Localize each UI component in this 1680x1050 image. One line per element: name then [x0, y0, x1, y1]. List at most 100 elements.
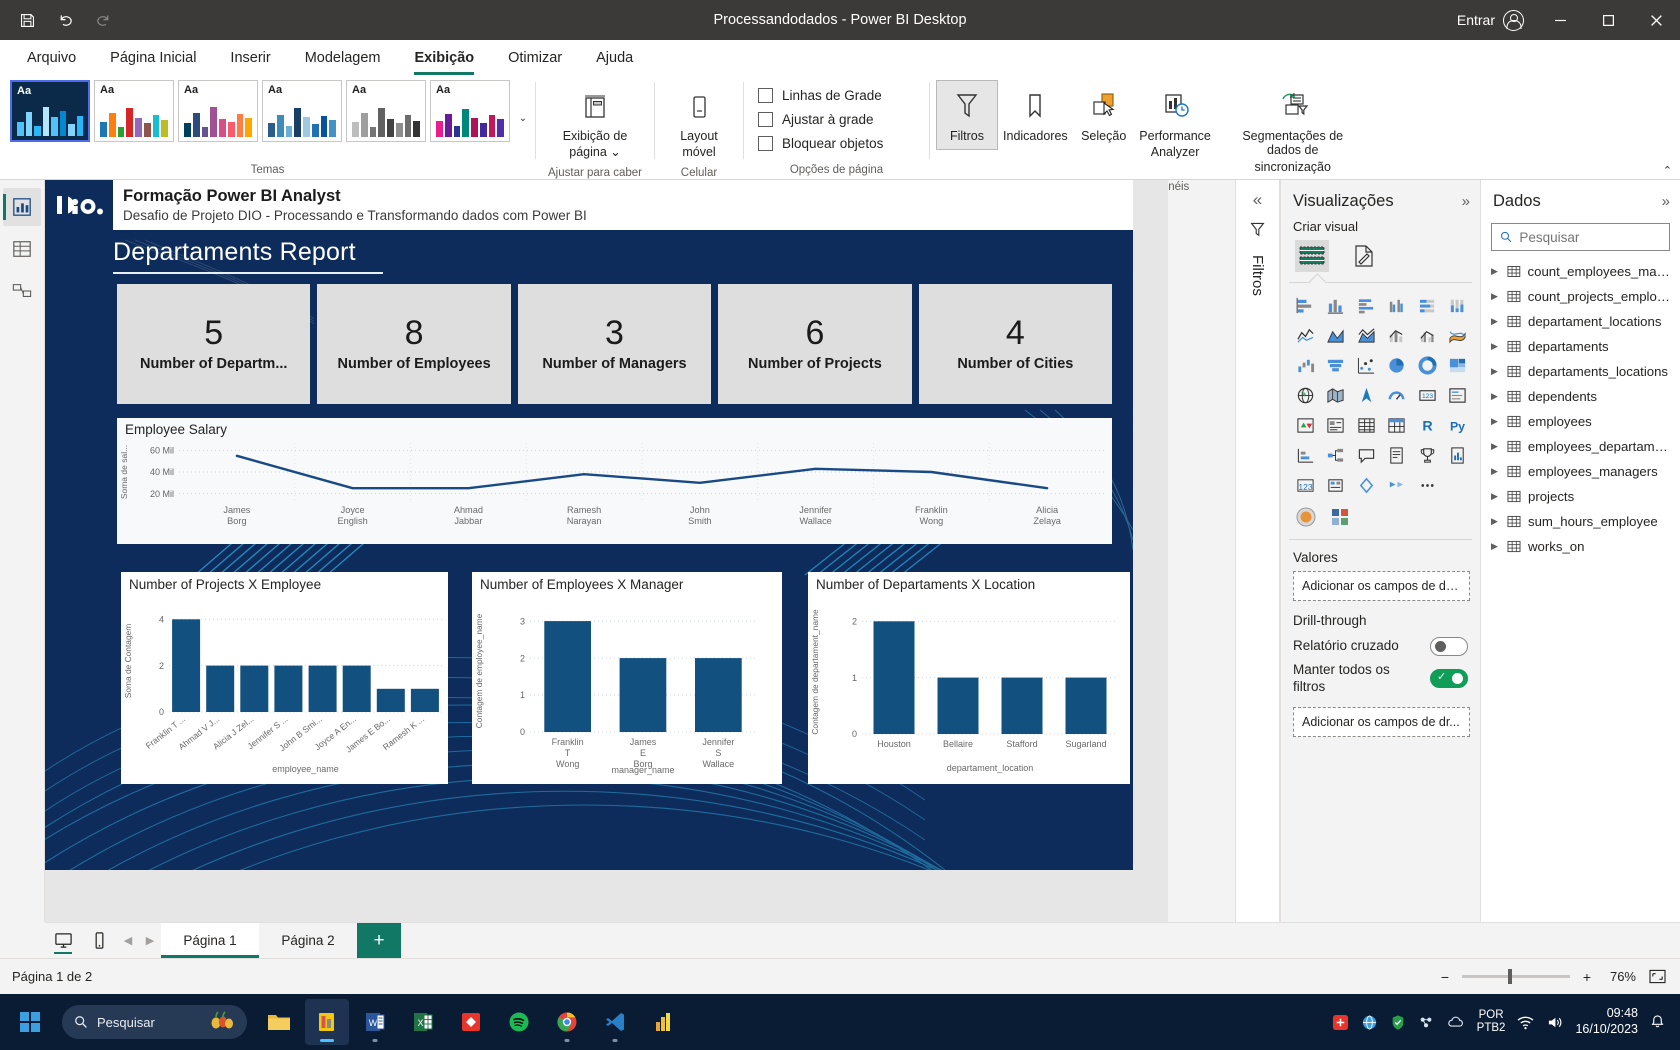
pie-chart-icon[interactable] [1383, 353, 1412, 378]
ribbon-chart-icon[interactable] [1444, 323, 1473, 348]
build-visual-icon[interactable] [1295, 240, 1329, 272]
chart-projects-per-employee[interactable]: Number of Projects X Employee Soma de Co… [121, 572, 448, 784]
maximize-button[interactable] [1584, 0, 1632, 40]
kpi-card-departments[interactable]: 5 Number of Departm... [117, 284, 311, 404]
bar[interactable] [308, 665, 337, 712]
line-chart-icon[interactable] [1291, 323, 1320, 348]
arcgis-map-icon[interactable] [1352, 383, 1381, 408]
phone-layout-icon[interactable] [81, 923, 117, 958]
taskbar-app-chrome[interactable] [545, 999, 589, 1045]
100-stacked-column-chart-icon[interactable] [1444, 293, 1473, 318]
notification-icon[interactable] [1650, 1014, 1666, 1030]
sidebar-item-table-view[interactable] [3, 230, 41, 268]
taskbar-app-file-explorer[interactable] [257, 999, 301, 1045]
chevron-right-icon[interactable]: ▶ [1491, 266, 1500, 277]
kpi-card-employees[interactable]: 8 Number of Employees [314, 284, 511, 404]
tab-exibicao[interactable]: Exibição [397, 40, 491, 76]
data-table-item[interactable]: ▶ works_on [1481, 534, 1680, 559]
filter-funnel-icon[interactable] [1249, 220, 1266, 241]
stacked-bar-chart-icon[interactable] [1291, 293, 1320, 318]
powerapps-visual-icon[interactable] [1322, 473, 1351, 498]
add-page-button[interactable]: + [357, 923, 401, 958]
kpi-card-projects[interactable]: 6 Number of Projects [715, 284, 912, 404]
stacked-column-chart-icon[interactable] [1322, 293, 1351, 318]
decomposition-tree-icon[interactable] [1322, 443, 1351, 468]
data-table-item[interactable]: ▶ count_employees_man... [1481, 259, 1680, 284]
chevron-right-icon[interactable]: ▶ [1491, 316, 1500, 327]
smart-narrative-icon[interactable]: 123 [1291, 473, 1320, 498]
desktop-layout-icon[interactable] [45, 923, 81, 958]
taskbar-app-red-diamond[interactable] [449, 999, 493, 1045]
bar[interactable] [274, 665, 303, 712]
tray-shield-icon[interactable] [1390, 1014, 1406, 1031]
filled-map-chart-icon[interactable] [1322, 383, 1351, 408]
tray-globe-icon[interactable] [1361, 1014, 1378, 1031]
keep-all-filters-toggle[interactable] [1430, 669, 1468, 689]
page-prev-icon[interactable]: ◀ [117, 923, 139, 958]
more-visuals-icon[interactable] [1413, 473, 1442, 498]
taskbar-app-power-bi-desktop[interactable] [305, 999, 349, 1045]
zoom-in-button[interactable]: + [1580, 969, 1594, 985]
data-table-item[interactable]: ▶ employees_managers [1481, 459, 1680, 484]
data-table-item[interactable]: ▶ count_projects_employ... [1481, 284, 1680, 309]
report-page[interactable]: Formação Power BI Analyst Desafio de Pro… [45, 180, 1133, 870]
diamond-visual-icon[interactable] [1352, 473, 1381, 498]
chevron-right-icon[interactable]: ▶ [1491, 366, 1500, 377]
bar[interactable] [544, 621, 591, 732]
bar[interactable] [206, 665, 235, 712]
format-visual-icon[interactable] [1347, 240, 1381, 272]
checkbox-ajustar-a-grade[interactable]: Ajustar à grade [758, 112, 883, 127]
filters-pane-label[interactable]: Filtros [1249, 255, 1266, 296]
100-stacked-bar-chart-icon[interactable] [1413, 293, 1442, 318]
taskbar-app-excel[interactable]: X [401, 999, 445, 1045]
data-table-item[interactable]: ▶ sum_hours_employee [1481, 509, 1680, 534]
theme-gallery-more-icon[interactable]: ⌄ [514, 80, 532, 142]
zoom-slider-knob[interactable] [1508, 969, 1512, 984]
redo-icon[interactable] [86, 5, 120, 35]
theme-swatch-3[interactable]: Aa [178, 80, 258, 142]
panel-sync-slicers-button[interactable]: Segmentações de dados de sincronização [1215, 80, 1370, 181]
tab-inserir[interactable]: Inserir [213, 40, 287, 76]
theme-swatch-1[interactable]: Aa [10, 80, 90, 142]
bar[interactable] [873, 621, 915, 734]
chevron-right-icon[interactable]: ▶ [1491, 541, 1500, 552]
theme-swatch-5[interactable]: Aa [346, 80, 426, 142]
page-next-icon[interactable]: ▶ [139, 923, 161, 958]
table-visual-icon[interactable] [1352, 413, 1381, 438]
key-influencers-icon[interactable] [1291, 443, 1320, 468]
taskbar-app-spotify[interactable] [497, 999, 541, 1045]
treemap-chart-icon[interactable] [1444, 353, 1473, 378]
kpi-card-managers[interactable]: 3 Number of Managers [514, 284, 712, 404]
volume-icon[interactable] [1546, 1015, 1563, 1030]
donut-chart-icon[interactable] [1413, 353, 1442, 378]
bar[interactable] [410, 688, 439, 712]
windows-start-icon[interactable] [8, 999, 52, 1045]
zoom-slider[interactable] [1462, 969, 1570, 984]
data-table-item[interactable]: ▶ departaments [1481, 334, 1680, 359]
tab-arquivo[interactable]: Arquivo [10, 40, 93, 76]
scatter-chart-icon[interactable] [1352, 353, 1381, 378]
taskbar-app-word[interactable]: W [353, 999, 397, 1045]
data-table-item[interactable]: ▶ departament_locations [1481, 309, 1680, 334]
funnel-chart-icon[interactable] [1322, 353, 1351, 378]
drillthrough-well-dropzone[interactable]: Adicionar os campos de dr... [1293, 706, 1470, 737]
panel-performance-analyzer-button[interactable]: Performance Analyzer [1135, 80, 1216, 167]
kpi-chart-icon[interactable] [1291, 413, 1320, 438]
data-table-item[interactable]: ▶ departaments_locations [1481, 359, 1680, 384]
sidebar-item-model-view[interactable] [3, 272, 41, 310]
chevron-right-icon[interactable]: ▶ [1491, 466, 1500, 477]
theme-swatch-4[interactable]: Aa [262, 80, 342, 142]
tray-cloud-icon[interactable] [1447, 1014, 1465, 1031]
page-tab-pagina-2[interactable]: Página 2 [259, 923, 357, 958]
r-script-visual-icon[interactable]: R [1413, 413, 1442, 438]
mobile-layout-button[interactable]: Layout móvel [668, 80, 730, 167]
sign-in-button[interactable]: Entrar [1445, 9, 1536, 31]
tab-pagina-inicial[interactable]: Página Inicial [93, 40, 213, 76]
theme-swatch-6[interactable]: Aa [430, 80, 510, 142]
chevron-right-icon[interactable]: ▶ [1491, 291, 1500, 302]
bar[interactable] [376, 688, 405, 712]
bar[interactable] [240, 665, 269, 712]
values-well-dropzone[interactable]: Adicionar os campos de da... [1293, 571, 1470, 601]
tray-notification-red-icon[interactable] [1332, 1014, 1349, 1031]
page-tab-pagina-1[interactable]: Página 1 [161, 923, 259, 958]
